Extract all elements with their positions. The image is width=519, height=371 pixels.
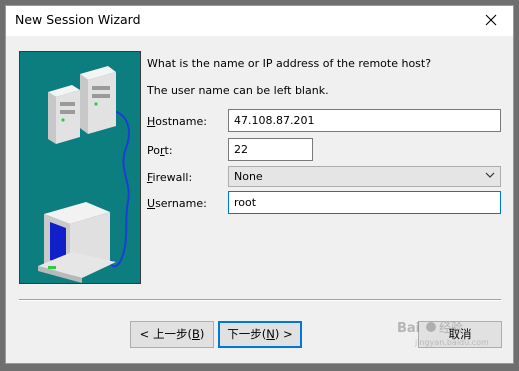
close-icon <box>485 14 497 26</box>
baidu-logo-icon: Bai 经验 jingyan.baidu.com <box>397 320 489 347</box>
firewall-label: Firewall: <box>147 171 193 184</box>
network-illustration <box>19 51 141 284</box>
firewall-select[interactable]: None <box>228 166 501 187</box>
next-button[interactable]: 下一步(N) > <box>218 321 302 348</box>
port-field[interactable]: 22 <box>228 138 313 161</box>
chevron-down-icon <box>485 172 495 178</box>
new-session-wizard-dialog: New Session Wizard What is the name or I… <box>5 5 514 364</box>
username-field[interactable]: root <box>228 191 501 214</box>
prompt-hostname-question: What is the name or IP address of the re… <box>147 57 432 70</box>
back-button[interactable]: < 上一步(B) <box>130 321 214 348</box>
title-bar: New Session Wizard <box>6 6 513 36</box>
hostname-label: Hostname: <box>147 115 207 128</box>
window-title: New Session Wizard <box>15 12 141 27</box>
port-label: Port: <box>147 144 173 157</box>
prompt-username-note: The user name can be left blank. <box>147 84 329 97</box>
firewall-select-value: None <box>234 170 263 183</box>
wizard-content: What is the name or IP address of the re… <box>6 36 513 363</box>
username-label: Username: <box>147 197 207 210</box>
hostname-field[interactable]: 47.108.87.201 <box>228 109 501 132</box>
button-separator <box>19 299 501 301</box>
baidu-watermark: Bai 经验 jingyan.baidu.com <box>395 318 507 348</box>
close-button[interactable] <box>471 6 511 34</box>
server-computer-icon <box>38 66 130 283</box>
svg-text:Bai: Bai <box>397 321 420 336</box>
svg-text:jingyan.baidu.com: jingyan.baidu.com <box>414 338 489 347</box>
svg-text:经验: 经验 <box>439 320 463 335</box>
